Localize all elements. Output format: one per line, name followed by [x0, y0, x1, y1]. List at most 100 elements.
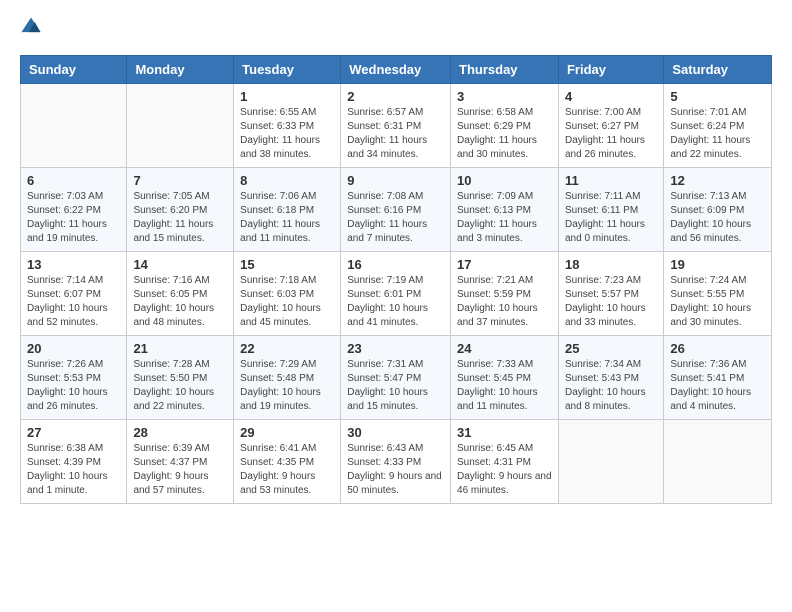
- calendar-cell: 8 Sunrise: 7:06 AMSunset: 6:18 PMDaylight…: [234, 168, 341, 252]
- calendar-cell: 10Sunrise: 7:09 AMSunset: 6:13 PMDayligh…: [451, 168, 559, 252]
- day-number: 30: [347, 425, 444, 440]
- page: SundayMondayTuesdayWednesdayThursdayFrid…: [0, 0, 792, 516]
- day-number: 3: [457, 89, 552, 104]
- day-number: 21: [133, 341, 227, 356]
- cell-details: Sunrise: 7:03 AMSunset: 6:22 PMDaylight:…: [27, 190, 120, 246]
- calendar-cell: [664, 420, 772, 504]
- day-number: 10: [457, 173, 552, 188]
- calendar-cell: 14 Sunrise: 7:16 AMSunset: 6:05 PMDayligh…: [127, 252, 234, 336]
- cell-details: Sunrise: 7:36 AMSunset: 5:41 PMDaylight:…: [670, 358, 765, 414]
- day-number: 19: [670, 257, 765, 272]
- day-number: 11: [565, 173, 657, 188]
- calendar-cell: 9 Sunrise: 7:08 AMSunset: 6:16 PMDaylight…: [341, 168, 451, 252]
- calendar-cell: 28Sunrise: 6:39 AMSunset: 4:37 PMDayligh…: [127, 420, 234, 504]
- calendar-cell: 18 Sunrise: 7:23 AMSunset: 5:57 PMDayligh…: [558, 252, 663, 336]
- calendar-cell: 13Sunrise: 7:14 AMSunset: 6:07 PMDayligh…: [21, 252, 127, 336]
- day-number: 14: [133, 257, 227, 272]
- day-number: 25: [565, 341, 657, 356]
- cell-details: Sunrise: 7:13 AMSunset: 6:09 PMDaylight:…: [670, 190, 765, 246]
- calendar-week-row: 27 Sunrise: 6:38 AMSunset: 4:39 PMDayligh…: [21, 420, 772, 504]
- calendar-cell: 29Sunrise: 6:41 AMSunset: 4:35 PMDayligh…: [234, 420, 341, 504]
- calendar-cell: 15 Sunrise: 7:18 AMSunset: 6:03 PMDayligh…: [234, 252, 341, 336]
- calendar-cell: 6 Sunrise: 7:03 AMSunset: 6:22 PMDaylight…: [21, 168, 127, 252]
- header: [20, 16, 772, 45]
- day-header-monday: Monday: [127, 56, 234, 84]
- calendar-cell: 3 Sunrise: 6:58 AMSunset: 6:29 PMDaylight…: [451, 84, 559, 168]
- calendar-week-row: 6 Sunrise: 7:03 AMSunset: 6:22 PMDaylight…: [21, 168, 772, 252]
- calendar-cell: [558, 420, 663, 504]
- day-number: 27: [27, 425, 120, 440]
- cell-details: Sunrise: 7:00 AMSunset: 6:27 PMDaylight:…: [565, 106, 657, 162]
- calendar-cell: 2 Sunrise: 6:57 AMSunset: 6:31 PMDaylight…: [341, 84, 451, 168]
- cell-details: Sunrise: 6:39 AMSunset: 4:37 PMDaylight:…: [133, 442, 227, 498]
- cell-details: Sunrise: 7:29 AMSunset: 5:48 PMDaylight:…: [240, 358, 334, 414]
- calendar-cell: 4 Sunrise: 7:00 AMSunset: 6:27 PMDaylight…: [558, 84, 663, 168]
- day-number: 13: [27, 257, 120, 272]
- calendar-week-row: 20 Sunrise: 7:26 AMSunset: 5:53 PMDayligh…: [21, 336, 772, 420]
- day-number: 31: [457, 425, 552, 440]
- calendar-cell: 7Sunrise: 7:05 AMSunset: 6:20 PMDaylight…: [127, 168, 234, 252]
- day-number: 15: [240, 257, 334, 272]
- calendar-week-row: 1Sunrise: 6:55 AMSunset: 6:33 PMDaylight…: [21, 84, 772, 168]
- day-number: 26: [670, 341, 765, 356]
- day-header-sunday: Sunday: [21, 56, 127, 84]
- cell-details: Sunrise: 7:19 AMSunset: 6:01 PMDaylight:…: [347, 274, 444, 330]
- cell-details: Sunrise: 7:23 AMSunset: 5:57 PMDaylight:…: [565, 274, 657, 330]
- calendar-week-row: 13Sunrise: 7:14 AMSunset: 6:07 PMDayligh…: [21, 252, 772, 336]
- calendar-cell: 1Sunrise: 6:55 AMSunset: 6:33 PMDaylight…: [234, 84, 341, 168]
- cell-details: Sunrise: 6:38 AMSunset: 4:39 PMDaylight:…: [27, 442, 120, 498]
- cell-details: Sunrise: 6:43 AMSunset: 4:33 PMDaylight:…: [347, 442, 444, 498]
- calendar-cell: [21, 84, 127, 168]
- day-header-tuesday: Tuesday: [234, 56, 341, 84]
- day-header-thursday: Thursday: [451, 56, 559, 84]
- day-header-friday: Friday: [558, 56, 663, 84]
- cell-details: Sunrise: 7:08 AMSunset: 6:16 PMDaylight:…: [347, 190, 444, 246]
- cell-details: Sunrise: 7:16 AMSunset: 6:05 PMDaylight:…: [133, 274, 227, 330]
- day-number: 4: [565, 89, 657, 104]
- day-header-row: SundayMondayTuesdayWednesdayThursdayFrid…: [21, 56, 772, 84]
- calendar-cell: 5Sunrise: 7:01 AMSunset: 6:24 PMDaylight…: [664, 84, 772, 168]
- calendar-cell: 11 Sunrise: 7:11 AMSunset: 6:11 PMDayligh…: [558, 168, 663, 252]
- calendar-cell: 16 Sunrise: 7:19 AMSunset: 6:01 PMDayligh…: [341, 252, 451, 336]
- day-number: 17: [457, 257, 552, 272]
- calendar-cell: [127, 84, 234, 168]
- cell-details: Sunrise: 6:55 AMSunset: 6:33 PMDaylight:…: [240, 106, 334, 162]
- day-header-wednesday: Wednesday: [341, 56, 451, 84]
- day-number: 8: [240, 173, 334, 188]
- day-number: 20: [27, 341, 120, 356]
- day-number: 12: [670, 173, 765, 188]
- calendar-cell: 19Sunrise: 7:24 AMSunset: 5:55 PMDayligh…: [664, 252, 772, 336]
- cell-details: Sunrise: 7:11 AMSunset: 6:11 PMDaylight:…: [565, 190, 657, 246]
- day-number: 16: [347, 257, 444, 272]
- cell-details: Sunrise: 7:21 AMSunset: 5:59 PMDaylight:…: [457, 274, 552, 330]
- cell-details: Sunrise: 7:18 AMSunset: 6:03 PMDaylight:…: [240, 274, 334, 330]
- calendar-cell: 31 Sunrise: 6:45 AMSunset: 4:31 PMDayligh…: [451, 420, 559, 504]
- day-number: 18: [565, 257, 657, 272]
- calendar-table: SundayMondayTuesdayWednesdayThursdayFrid…: [20, 55, 772, 504]
- day-number: 29: [240, 425, 334, 440]
- day-header-saturday: Saturday: [664, 56, 772, 84]
- day-number: 22: [240, 341, 334, 356]
- calendar-cell: 20 Sunrise: 7:26 AMSunset: 5:53 PMDayligh…: [21, 336, 127, 420]
- day-number: 6: [27, 173, 120, 188]
- calendar-cell: 26 Sunrise: 7:36 AMSunset: 5:41 PMDayligh…: [664, 336, 772, 420]
- cell-details: Sunrise: 7:06 AMSunset: 6:18 PMDaylight:…: [240, 190, 334, 246]
- cell-details: Sunrise: 6:57 AMSunset: 6:31 PMDaylight:…: [347, 106, 444, 162]
- calendar-cell: 22 Sunrise: 7:29 AMSunset: 5:48 PMDayligh…: [234, 336, 341, 420]
- day-number: 5: [670, 89, 765, 104]
- cell-details: Sunrise: 7:26 AMSunset: 5:53 PMDaylight:…: [27, 358, 120, 414]
- cell-details: Sunrise: 6:58 AMSunset: 6:29 PMDaylight:…: [457, 106, 552, 162]
- calendar-cell: 23Sunrise: 7:31 AMSunset: 5:47 PMDayligh…: [341, 336, 451, 420]
- cell-details: Sunrise: 7:33 AMSunset: 5:45 PMDaylight:…: [457, 358, 552, 414]
- logo-icon: [20, 16, 42, 38]
- logo: [20, 16, 42, 45]
- cell-details: Sunrise: 6:45 AMSunset: 4:31 PMDaylight:…: [457, 442, 552, 498]
- calendar-cell: 25 Sunrise: 7:34 AMSunset: 5:43 PMDayligh…: [558, 336, 663, 420]
- calendar-cell: 17 Sunrise: 7:21 AMSunset: 5:59 PMDayligh…: [451, 252, 559, 336]
- calendar-cell: 21Sunrise: 7:28 AMSunset: 5:50 PMDayligh…: [127, 336, 234, 420]
- cell-details: Sunrise: 7:34 AMSunset: 5:43 PMDaylight:…: [565, 358, 657, 414]
- day-number: 9: [347, 173, 444, 188]
- calendar-cell: 12 Sunrise: 7:13 AMSunset: 6:09 PMDayligh…: [664, 168, 772, 252]
- calendar-cell: 30 Sunrise: 6:43 AMSunset: 4:33 PMDayligh…: [341, 420, 451, 504]
- day-number: 2: [347, 89, 444, 104]
